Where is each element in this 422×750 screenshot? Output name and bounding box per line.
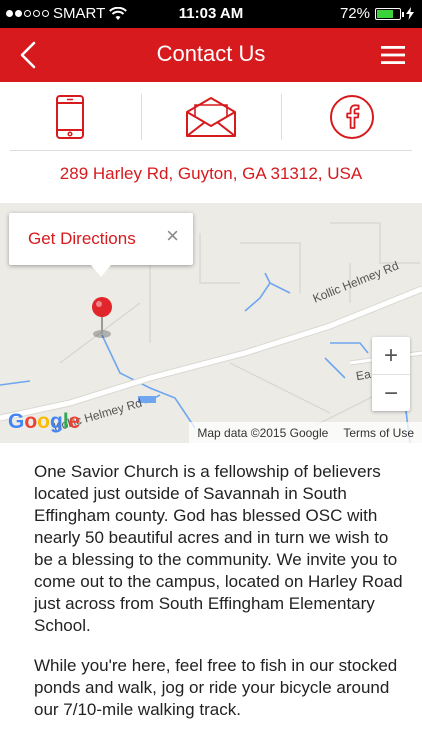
hamburger-menu-icon[interactable] xyxy=(378,40,408,70)
charging-icon xyxy=(406,7,414,20)
contact-icon-row xyxy=(0,82,422,152)
get-directions-link[interactable]: Get Directions xyxy=(28,229,136,249)
facebook-button[interactable] xyxy=(281,82,422,152)
map-attribution: Map data ©2015 Google xyxy=(197,426,329,440)
phone-icon xyxy=(56,95,85,139)
email-icon xyxy=(186,97,236,137)
church-description: One Savior Church is a fellowship of bel… xyxy=(34,461,404,739)
address-link[interactable]: 289 Harley Rd, Guyton, GA 31312, USA xyxy=(0,164,422,184)
get-directions-callout[interactable]: Get Directions × xyxy=(9,213,193,277)
close-icon[interactable]: × xyxy=(166,223,179,249)
battery-icon xyxy=(375,7,404,20)
zoom-in-button[interactable]: + xyxy=(372,337,410,374)
status-right: 72% xyxy=(340,5,414,22)
google-logo: Google xyxy=(8,410,81,433)
battery-level-fill xyxy=(377,9,393,18)
page-title: Contact Us xyxy=(156,41,266,66)
road-label: Ea xyxy=(354,366,372,384)
zoom-out-button[interactable]: − xyxy=(372,374,410,411)
terms-of-use-link[interactable]: Terms of Use xyxy=(343,426,414,443)
map-attribution-bar: Map data ©2015 Google Terms of Use xyxy=(189,422,422,443)
facebook-icon xyxy=(329,95,374,139)
zoom-controls: + − xyxy=(372,337,410,411)
map-view[interactable]: Kollic Helmey Rd Kollic Helmey Rd Ea Get… xyxy=(0,203,422,443)
description-paragraph: While you're here, feel free to fish in … xyxy=(34,656,398,719)
nav-bar: Contact Us xyxy=(0,28,422,82)
description-paragraph: One Savior Church is a fellowship of bel… xyxy=(34,462,403,635)
battery-percentage: 72% xyxy=(339,5,370,22)
email-button[interactable] xyxy=(140,82,282,152)
map-pin-icon[interactable] xyxy=(92,297,112,317)
divider xyxy=(10,150,412,151)
call-button[interactable] xyxy=(0,82,141,152)
status-bar: SMART 11:03 AM 72% xyxy=(0,0,422,28)
